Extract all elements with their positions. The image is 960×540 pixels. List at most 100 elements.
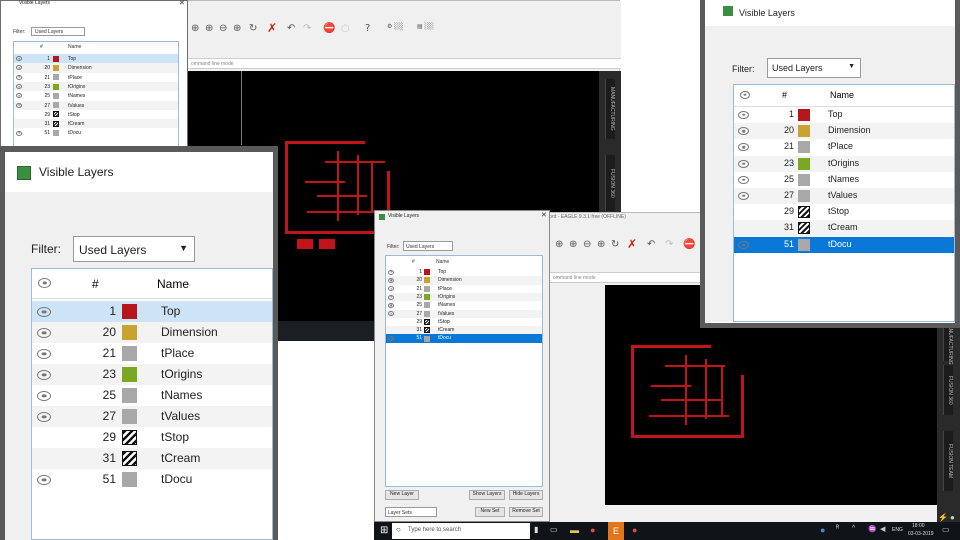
tab-manufacturing[interactable]: MANUFACTURING bbox=[605, 79, 615, 139]
network-icon[interactable]: ♒ bbox=[868, 525, 877, 533]
zoom-out-icon[interactable]: ⊖ bbox=[583, 239, 591, 250]
run-icon[interactable]: ▤ ░░ bbox=[417, 23, 434, 30]
eye-icon[interactable] bbox=[738, 159, 749, 168]
color-swatch-icon[interactable] bbox=[798, 125, 810, 138]
eye-icon[interactable] bbox=[37, 369, 51, 380]
layer-row[interactable]: 51 tDocu bbox=[734, 236, 954, 253]
color-swatch-icon[interactable] bbox=[53, 102, 59, 109]
layer-row[interactable]: 25 tNames bbox=[386, 301, 542, 309]
tab-fusion-360[interactable]: FUSION 360 bbox=[605, 155, 615, 211]
color-swatch-icon[interactable] bbox=[424, 285, 430, 292]
color-swatch-icon[interactable] bbox=[122, 388, 137, 403]
ratsnest-icon[interactable]: ✗ bbox=[627, 237, 637, 251]
hide-layers-button[interactable]: Hide Layers bbox=[509, 490, 543, 500]
eagle-app-icon[interactable]: E bbox=[608, 522, 624, 540]
help-icon[interactable]: ? bbox=[365, 23, 370, 34]
color-swatch-icon[interactable] bbox=[798, 109, 810, 122]
zoom-fit-icon[interactable]: ⊕ bbox=[555, 239, 563, 250]
language-indicator[interactable]: ENG bbox=[892, 527, 903, 533]
color-swatch-icon[interactable] bbox=[424, 294, 430, 301]
layer-row[interactable]: 21 tPlace bbox=[734, 139, 954, 155]
color-swatch-icon[interactable] bbox=[424, 277, 430, 284]
eye-icon[interactable] bbox=[37, 411, 51, 422]
hatched-swatch-icon[interactable] bbox=[424, 327, 430, 334]
layer-row[interactable]: 29 tStop bbox=[14, 110, 178, 119]
eye-icon[interactable] bbox=[37, 474, 51, 485]
tab-fusion-360[interactable]: FUSION 360 bbox=[943, 365, 953, 415]
color-swatch-icon[interactable] bbox=[53, 130, 59, 137]
hatched-swatch-icon[interactable] bbox=[122, 451, 137, 466]
undo-icon[interactable]: ↶ bbox=[287, 23, 295, 34]
eye-icon[interactable] bbox=[738, 111, 749, 120]
filter-dropdown[interactable]: Used Layers bbox=[403, 241, 453, 251]
layer-row[interactable]: 25 tNames bbox=[734, 172, 954, 188]
layer-row[interactable]: 29 tStop bbox=[32, 427, 272, 448]
show-layers-button[interactable]: Show Layers bbox=[469, 490, 505, 500]
hatched-swatch-icon[interactable] bbox=[53, 120, 59, 127]
color-swatch-icon[interactable] bbox=[798, 141, 810, 154]
color-swatch-icon[interactable] bbox=[53, 92, 59, 99]
layer-row[interactable]: 1 Top bbox=[32, 301, 272, 322]
clock-date[interactable]: 03-03-2019 bbox=[908, 531, 934, 537]
redo-icon[interactable]: ↷ bbox=[303, 23, 311, 34]
help-tray-icon[interactable]: ● bbox=[820, 525, 825, 535]
zoom-out-icon[interactable]: ⊖ bbox=[219, 23, 227, 34]
eye-icon[interactable] bbox=[37, 327, 51, 338]
layer-row[interactable]: 51 tDocu bbox=[386, 334, 542, 343]
layer-row[interactable]: 23 tOrigins bbox=[14, 81, 178, 92]
filter-dropdown[interactable]: Used Layers ▼ bbox=[767, 58, 861, 78]
close-icon[interactable]: ✕ bbox=[179, 0, 185, 7]
color-swatch-icon[interactable] bbox=[798, 157, 810, 170]
zoom-select-icon[interactable]: ⊕ bbox=[233, 23, 241, 34]
color-swatch-icon[interactable] bbox=[424, 302, 430, 309]
explorer-icon[interactable]: ▬ bbox=[570, 525, 579, 535]
close-icon[interactable]: ✕ bbox=[541, 211, 547, 219]
layer-row[interactable]: 29 tStop bbox=[386, 318, 542, 326]
chrome-icon-2[interactable]: ● bbox=[632, 525, 637, 535]
hatched-swatch-icon[interactable] bbox=[53, 111, 59, 118]
notifications-icon[interactable]: ▭ bbox=[942, 525, 950, 534]
zoom-in-icon[interactable]: ⊕ bbox=[205, 23, 213, 34]
layer-row[interactable]: 20 Dimension bbox=[14, 63, 178, 73]
layer-row[interactable]: 23 tOrigins bbox=[386, 292, 542, 302]
clock-time[interactable]: 18:00 bbox=[912, 523, 925, 529]
eye-icon[interactable] bbox=[738, 192, 749, 201]
filter-dropdown[interactable]: Used Layers ▼ bbox=[73, 236, 195, 262]
color-swatch-icon[interactable] bbox=[122, 325, 137, 340]
layer-row[interactable]: 20 Dimension bbox=[734, 123, 954, 140]
search-box[interactable]: ○ Type here to search bbox=[392, 523, 530, 539]
task-view-icon[interactable]: ▭ bbox=[550, 525, 558, 534]
layer-row[interactable]: 25 tNames bbox=[14, 91, 178, 100]
color-swatch-icon[interactable] bbox=[53, 83, 59, 90]
color-swatch-icon[interactable] bbox=[53, 64, 59, 71]
color-swatch-icon[interactable] bbox=[122, 346, 137, 361]
go-icon[interactable]: ○ bbox=[341, 23, 350, 34]
volume-icon[interactable]: ◀ bbox=[880, 525, 885, 533]
redraw-icon[interactable]: ↻ bbox=[611, 239, 619, 250]
layer-row[interactable]: 21 tPlace bbox=[32, 343, 272, 364]
stop-icon[interactable]: ⛔ bbox=[323, 23, 335, 34]
color-swatch-icon[interactable] bbox=[122, 409, 137, 424]
layer-row[interactable]: 51 tDocu bbox=[14, 128, 178, 137]
layer-row[interactable]: 27 tValues bbox=[734, 188, 954, 205]
hatched-swatch-icon[interactable] bbox=[424, 318, 430, 325]
hatched-swatch-icon[interactable] bbox=[798, 206, 810, 219]
chrome-icon[interactable]: ● bbox=[590, 525, 595, 535]
stop-icon[interactable]: ⛔ bbox=[683, 239, 695, 250]
people-icon[interactable]: ᴿ bbox=[836, 525, 839, 532]
layer-row[interactable]: 23 tOrigins bbox=[734, 155, 954, 172]
eye-icon[interactable] bbox=[738, 143, 749, 152]
color-swatch-icon[interactable] bbox=[798, 238, 810, 251]
windows-start-icon[interactable]: ⊞ bbox=[380, 525, 388, 536]
color-swatch-icon[interactable] bbox=[122, 304, 137, 319]
eye-icon[interactable] bbox=[37, 306, 51, 317]
filter-dropdown[interactable]: Used Layers bbox=[31, 27, 85, 36]
design-rules-icon[interactable]: ⚙ ░░ bbox=[387, 23, 404, 30]
color-swatch-icon[interactable] bbox=[424, 310, 430, 317]
eye-icon[interactable] bbox=[738, 175, 749, 184]
color-swatch-icon[interactable] bbox=[53, 74, 59, 81]
undo-icon[interactable]: ↶ bbox=[647, 239, 655, 250]
layer-row[interactable]: 31 tCream bbox=[734, 220, 954, 237]
color-swatch-icon[interactable] bbox=[424, 335, 430, 342]
eye-icon[interactable] bbox=[37, 390, 51, 401]
